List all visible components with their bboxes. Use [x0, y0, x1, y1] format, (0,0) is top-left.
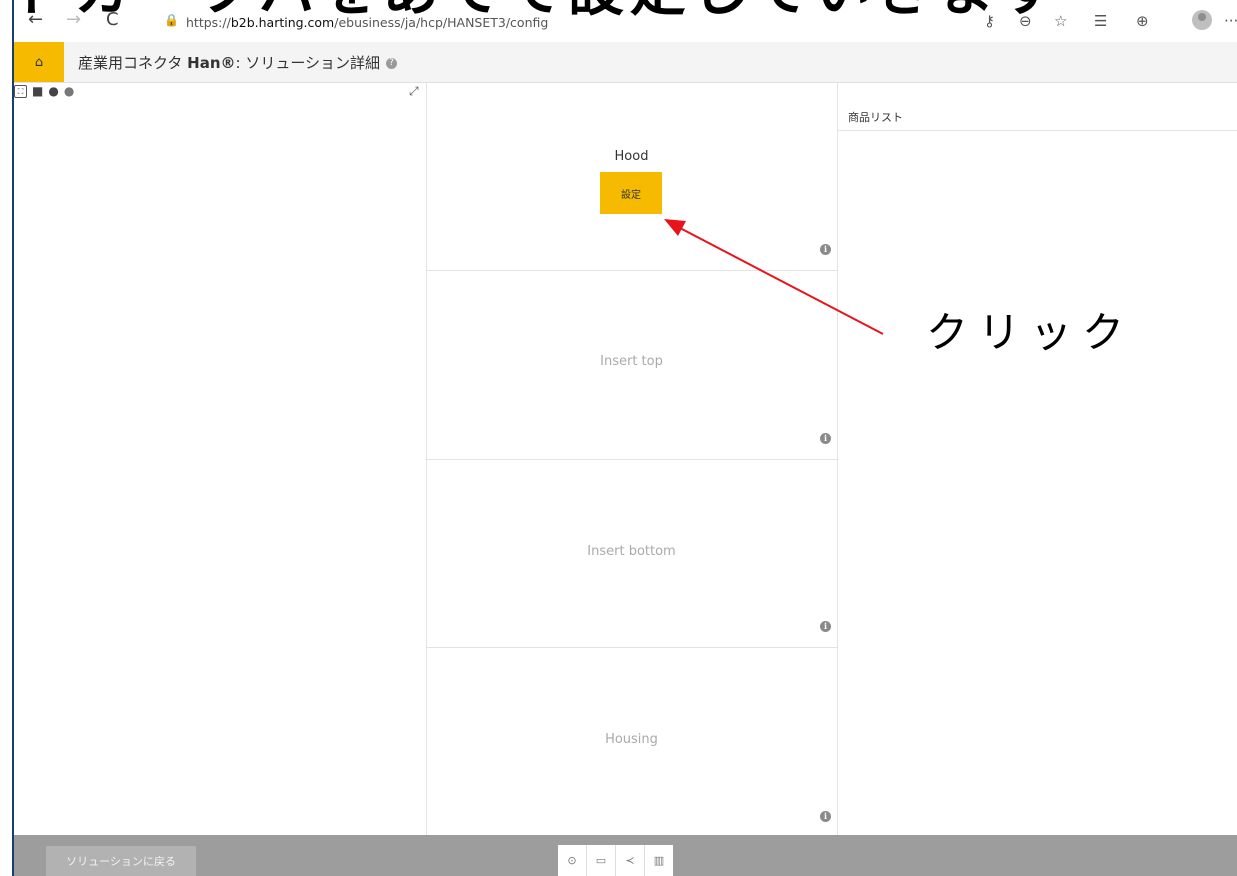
product-list-divider — [838, 130, 1237, 131]
slot-insert-top[interactable]: Insert top i — [426, 271, 837, 460]
render-mode-icon[interactable]: ● — [48, 84, 58, 98]
info-icon[interactable]: i — [820, 433, 831, 444]
share-icon[interactable]: ≺ — [616, 845, 645, 876]
shading-icon[interactable]: ● — [64, 84, 74, 98]
upload-icon[interactable]: ⊙ — [558, 845, 587, 876]
url-path: /ebusiness/ja/hcp/HANSET3/config — [334, 15, 549, 30]
address-bar[interactable]: https://b2b.harting.com/ebusiness/ja/hcp… — [186, 15, 548, 30]
page-header: ⌂ 産業用コネクタ Han®: ソリューション詳細? — [14, 42, 1237, 83]
save-icon[interactable]: ▭ — [587, 845, 616, 876]
configuration-column: Hood 設定 i Insert top i Insert bottom i H… — [426, 82, 838, 835]
slot-hood: Hood 設定 i — [426, 82, 837, 271]
title-prefix: 産業用コネクタ — [78, 54, 188, 72]
back-to-solution-button[interactable]: ソリューションに戻る — [46, 846, 196, 876]
slot-label: Housing — [605, 732, 658, 747]
favorites-icon[interactable]: ☰ — [1094, 12, 1107, 30]
annotation-click-label: クリック — [926, 308, 1135, 357]
slot-label: Insert bottom — [587, 544, 676, 559]
collections-icon[interactable]: ⊕ — [1136, 12, 1149, 30]
url-prefix: https:// — [186, 15, 231, 30]
slot-label: Insert top — [600, 354, 663, 369]
footer-bar: ソリューションに戻る ⊙ ▭ ≺ ▥ — [14, 835, 1237, 876]
title-brand: Han® — [187, 54, 236, 72]
expand-icon[interactable]: ⤢ — [409, 84, 419, 99]
zoom-icon[interactable]: ⊖ — [1019, 12, 1032, 30]
home-button[interactable]: ⌂ — [14, 42, 64, 82]
add-favorite-icon[interactable]: ☆ — [1054, 12, 1067, 30]
lock-icon[interactable]: 🔒 — [164, 13, 179, 27]
reload-icon[interactable]: C — [106, 10, 119, 30]
title-suffix: : ソリューション詳細 — [235, 54, 381, 72]
viewer-toolbar: ⛶ ■ ● ● — [14, 84, 74, 98]
footer-actions: ⊙ ▭ ≺ ▥ — [558, 845, 673, 876]
home-icon: ⌂ — [34, 54, 44, 70]
forward-icon[interactable]: → — [66, 10, 81, 30]
page-title: 産業用コネクタ Han®: ソリューション詳細? — [78, 52, 398, 73]
more-icon[interactable]: ··· — [1224, 12, 1237, 30]
slot-label: Hood — [614, 149, 649, 164]
product-list-title: 商品リスト — [848, 111, 903, 124]
key-icon[interactable]: ⚷ — [984, 12, 995, 30]
camera-icon[interactable]: ■ — [32, 84, 43, 98]
slot-housing[interactable]: Housing i — [426, 648, 837, 835]
profile-avatar[interactable] — [1192, 10, 1212, 30]
product-list-panel: 商品リスト — [838, 82, 1237, 835]
info-icon[interactable]: i — [820, 811, 831, 822]
fit-view-icon[interactable]: ⛶ — [14, 84, 27, 98]
configure-button[interactable]: 設定 — [600, 172, 662, 214]
back-icon[interactable]: ← — [28, 10, 43, 30]
slot-insert-bottom[interactable]: Insert bottom i — [426, 460, 837, 648]
help-icon[interactable]: ? — [386, 58, 398, 69]
delete-icon[interactable]: ▥ — [645, 845, 673, 876]
info-icon[interactable]: i — [820, 621, 831, 632]
url-host: b2b.harting.com — [230, 15, 335, 30]
browser-toolbar: ← → C 🔒 https://b2b.harting.com/ebusines… — [14, 0, 1237, 42]
info-icon[interactable]: i — [820, 244, 831, 255]
3d-viewer-panel[interactable]: ⛶ ■ ● ● ⤢ — [14, 82, 427, 835]
